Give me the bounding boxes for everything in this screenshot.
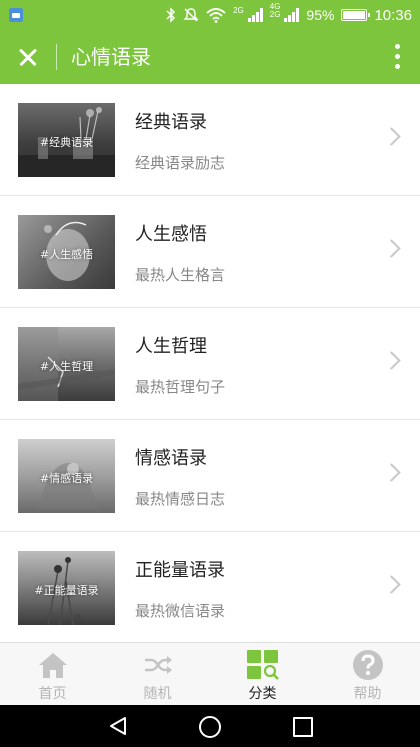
app-bar-divider [56, 44, 57, 70]
category-title: 人生感悟 [135, 224, 207, 245]
category-subtitle: 经典语录励志 [135, 154, 226, 172]
category-thumbnail-tag: #正能量语录 [34, 584, 99, 597]
home-icon [38, 653, 67, 678]
signal-icon [247, 8, 263, 22]
network-4g-label: 4G 2G [269, 2, 281, 19]
wifi-icon [206, 7, 226, 23]
category-title: 情感语录 [135, 448, 207, 469]
app-bar: 心情语录 [0, 30, 420, 84]
tab-label: 帮助 [353, 686, 382, 702]
battery-percent: 95% [306, 7, 335, 23]
signal-icon-2 [284, 8, 300, 22]
category-thumbnail-tag: #人生感悟 [39, 248, 94, 261]
status-icons: 2G 4G 2G 95% 10:36 [166, 2, 412, 26]
back-icon[interactable] [108, 716, 128, 736]
tab-label: 随机 [143, 686, 172, 702]
category-subtitle: 最热哲理句子 [135, 378, 226, 396]
status-bar: 2G 4G 2G 95% 10:36 [0, 0, 420, 30]
chevron-right-icon [382, 575, 401, 594]
category-title: 正能量语录 [135, 560, 225, 581]
category-thumbnail: #情感语录 [18, 439, 115, 513]
more-vertical-icon[interactable] [394, 44, 402, 70]
category-thumbnail-tag: #经典语录 [39, 136, 94, 149]
category-title: 经典语录 [135, 112, 207, 133]
category-subtitle: 最热微信语录 [135, 602, 226, 620]
battery-icon [341, 9, 371, 21]
list-item[interactable]: #经典语录 经典语录 经典语录励志 [0, 84, 420, 196]
chevron-right-icon [382, 351, 401, 370]
network-2g-label: 2G [233, 6, 244, 15]
tab-label: 首页 [38, 686, 67, 702]
category-thumbnail-tag: #人生哲理 [39, 360, 94, 373]
bluetooth-icon [166, 7, 176, 23]
mute-icon [183, 8, 199, 22]
category-title: 人生哲理 [135, 336, 207, 357]
tab-help[interactable]: 帮助 [315, 643, 420, 705]
home-circle-icon[interactable] [199, 716, 221, 738]
category-thumbnail: #人生哲理 [18, 327, 115, 401]
system-nav-bar [0, 705, 420, 747]
bottom-tab-bar: 首页 随机 分类 帮助 [0, 642, 420, 705]
category-thumbnail: #经典语录 [18, 103, 115, 177]
chevron-right-icon [382, 239, 401, 258]
recent-apps-icon[interactable] [293, 717, 313, 737]
category-thumbnail: #人生感悟 [18, 215, 115, 289]
list-item[interactable]: #人生哲理 人生哲理 最热哲理句子 [0, 308, 420, 420]
page-title: 心情语录 [71, 45, 151, 69]
category-thumbnail: #正能量语录 [18, 551, 115, 625]
list-item[interactable]: #情感语录 情感语录 最热情感日志 [0, 420, 420, 532]
category-subtitle: 最热情感日志 [135, 490, 226, 508]
tab-category[interactable]: 分类 [210, 643, 315, 705]
category-thumbnail-tag: #情感语录 [39, 472, 94, 485]
tab-label: 分类 [248, 686, 277, 702]
list-item[interactable]: #人生感悟 人生感悟 最热人生格言 [0, 196, 420, 308]
shuffle-icon [144, 656, 172, 674]
category-subtitle: 最热人生格言 [135, 266, 226, 284]
category-icon [246, 650, 279, 680]
tab-random[interactable]: 随机 [105, 643, 210, 705]
tab-home[interactable]: 首页 [0, 643, 105, 705]
chevron-right-icon [382, 463, 401, 482]
close-icon[interactable] [14, 43, 42, 71]
chevron-right-icon [382, 127, 401, 146]
clock: 10:36 [374, 6, 412, 24]
category-list: #经典语录 经典语录 经典语录励志 #人生感悟 人生感悟 最热人生格言 #人生哲… [0, 84, 420, 642]
help-icon [352, 650, 383, 680]
list-item[interactable]: #正能量语录 正能量语录 最热微信语录 [0, 532, 420, 642]
notification-app-icon [9, 8, 23, 22]
